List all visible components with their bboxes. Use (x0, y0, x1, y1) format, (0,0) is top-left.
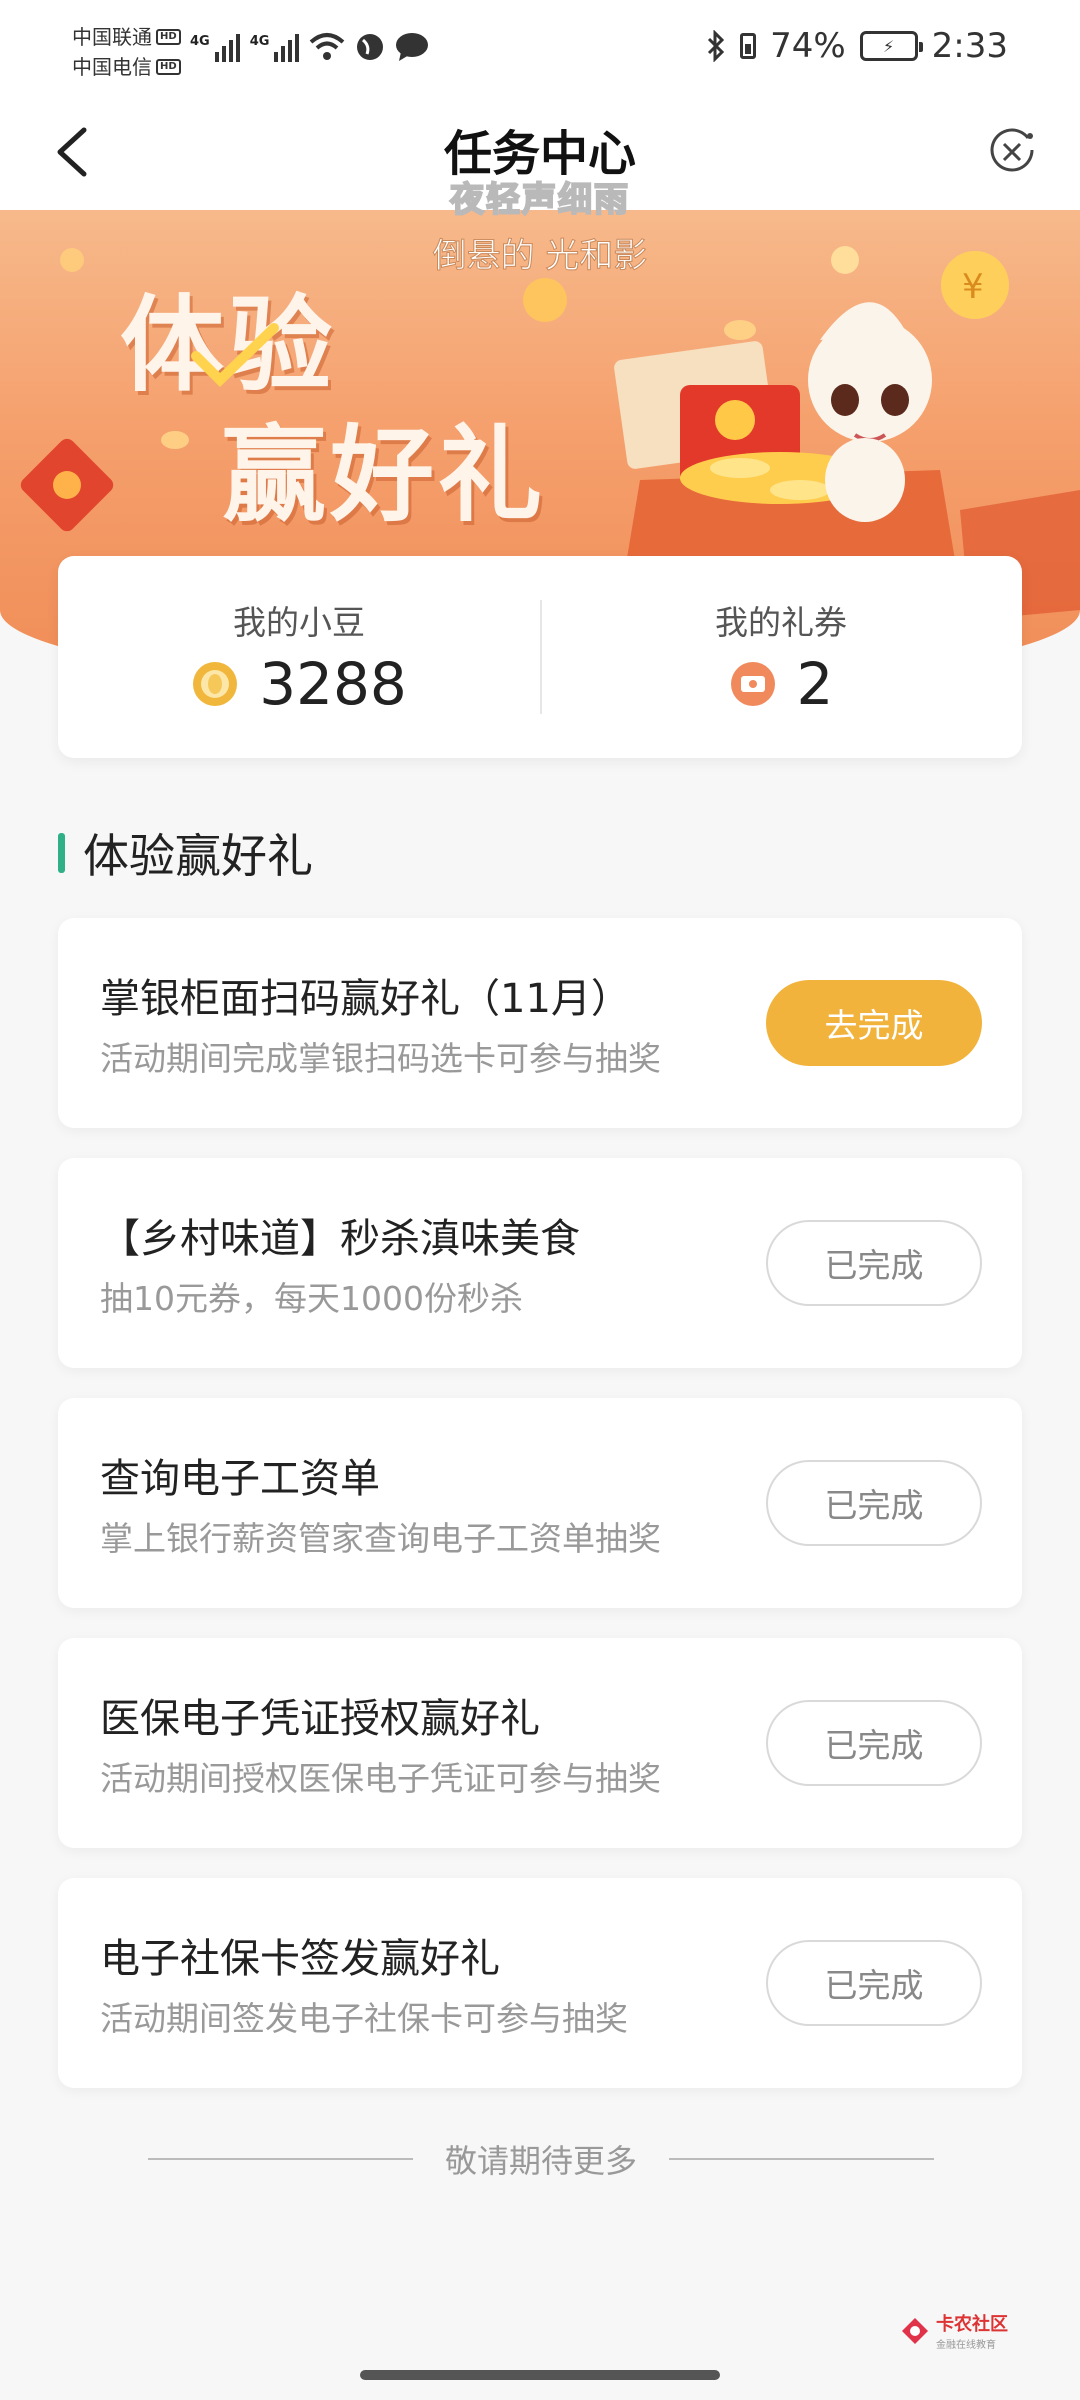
bluetooth-icon (708, 30, 725, 62)
task-desc: 掌上银行薪资管家查询电子工资单抽奖 (100, 1519, 661, 1558)
home-indicator[interactable] (360, 2370, 720, 2380)
globe-icon (357, 34, 384, 60)
completed-button[interactable]: 已完成 (766, 1460, 982, 1546)
task-name: 医保电子凭证授权赢好礼 (100, 1696, 540, 1742)
task-name: 【乡村味道】秒杀滇味美食 (100, 1216, 580, 1262)
logo-tagline: 金融在线教育 (936, 2340, 996, 2351)
status-bar: 中国联通 HD 中国电信 HD 4G 4G 74% ⚡ 2:33 (0, 0, 1080, 104)
checkmark-icon (191, 323, 279, 388)
carrier-info: 中国联通 HD 中国电信 HD (72, 22, 181, 82)
section-title: 体验赢好礼 (83, 829, 313, 883)
task-name: 查询电子工资单 (100, 1456, 380, 1502)
clock: 2:33 (931, 26, 1008, 66)
completed-button[interactable]: 已完成 (766, 1940, 982, 2026)
carrier-1: 中国联通 (72, 25, 152, 49)
message-icon (396, 33, 429, 61)
carrier-2: 中国电信 (72, 55, 152, 79)
signal-icon: 4G (190, 34, 240, 62)
signal-icons: 4G 4G (190, 32, 429, 62)
battery-saver-icon (740, 33, 757, 59)
watermark-text: 倒悬的 光和影 (432, 236, 648, 277)
stats-card: 我的小豆 3288 我的礼券 2 (58, 556, 1022, 758)
my-beans[interactable]: 我的小豆 3288 (58, 556, 540, 758)
go-complete-button[interactable]: 去完成 (766, 980, 982, 1066)
my-coupons[interactable]: 我的礼券 2 (540, 556, 1022, 758)
task-card: 查询电子工资单 掌上银行薪资管家查询电子工资单抽奖 已完成 (58, 1398, 1022, 1608)
kanong-logo-icon (902, 2317, 928, 2344)
task-name: 掌银柜面扫码赢好礼（11月） (100, 976, 631, 1022)
signal-icon: 4G (250, 34, 300, 62)
status-right: 74% ⚡ 2:33 (706, 26, 1008, 66)
beans-label: 我的小豆 (233, 603, 365, 642)
battery-percent: 74% (770, 26, 846, 66)
logo-name: 卡农社区 (936, 2314, 1008, 2335)
task-desc: 活动期间完成掌银扫码选卡可参与抽奖 (100, 1039, 661, 1078)
task-desc: 抽10元券，每天1000份秒杀 (100, 1279, 523, 1318)
coupons-label: 我的礼券 (715, 603, 847, 642)
watermark-logo: 卡农社区 金融在线教育 (900, 2310, 1008, 2351)
task-card: 医保电子凭证授权赢好礼 活动期间授权医保电子凭证可参与抽奖 已完成 (58, 1638, 1022, 1848)
coupons-value: 2 (796, 650, 834, 718)
hd-badge: HD (156, 59, 181, 75)
section-header: 体验赢好礼 (58, 820, 313, 886)
task-desc: 活动期间签发电子社保卡可参与抽奖 (100, 1999, 628, 2038)
task-card: 掌银柜面扫码赢好礼（11月） 活动期间完成掌银扫码选卡可参与抽奖 去完成 (58, 918, 1022, 1128)
task-card: 电子社保卡签发赢好礼 活动期间签发电子社保卡可参与抽奖 已完成 (58, 1878, 1022, 2088)
banner-title-line2: 赢好礼 (222, 414, 547, 536)
watermark-text: 夜轻声细雨 (449, 179, 630, 221)
section-accent-bar (58, 833, 65, 873)
bean-coin-icon (193, 662, 238, 706)
divider (148, 2158, 413, 2160)
hd-badge: HD (156, 29, 181, 45)
divider (669, 2158, 935, 2160)
task-name: 电子社保卡签发赢好礼 (100, 1936, 500, 1982)
task-desc: 活动期间授权医保电子凭证可参与抽奖 (100, 1759, 661, 1798)
completed-button[interactable]: 已完成 (766, 1700, 982, 1786)
coupon-icon (730, 662, 775, 706)
footer-text: 敬请期待更多 (445, 2142, 638, 2180)
close-circle-icon (990, 128, 1034, 172)
beans-value: 3288 (259, 650, 407, 718)
battery-icon: ⚡ (859, 31, 923, 61)
footer-more: 敬请期待更多 (148, 2136, 935, 2182)
task-card: 【乡村味道】秒杀滇味美食 抽10元券，每天1000份秒杀 已完成 (58, 1158, 1022, 1368)
wifi-icon (310, 33, 345, 60)
completed-button[interactable]: 已完成 (766, 1220, 982, 1306)
